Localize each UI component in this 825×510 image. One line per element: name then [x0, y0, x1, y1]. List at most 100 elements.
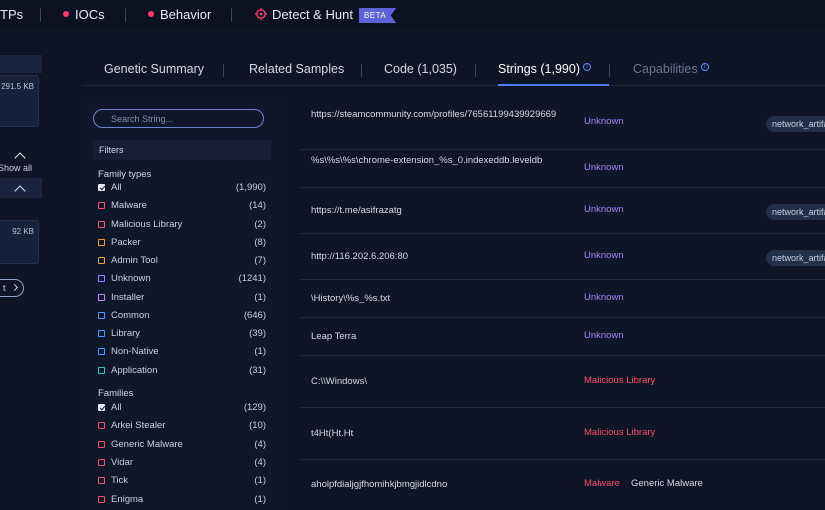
- crosshair-icon: [255, 8, 267, 20]
- table-row[interactable]: \History\%s_%s.txt Unknown: [300, 280, 825, 318]
- tab-related-samples[interactable]: Related Samples: [249, 62, 344, 76]
- filter-option[interactable]: Tick (1): [98, 475, 266, 489]
- filter-option[interactable]: Malware (14): [98, 200, 266, 214]
- filter-checkbox[interactable]: [98, 404, 105, 411]
- table-row[interactable]: Leap Terra Unknown: [300, 318, 825, 356]
- filter-label: Packer: [111, 236, 141, 248]
- left-panel: 291.5 KB Show all 92 KB t: [0, 30, 60, 510]
- filter-option[interactable]: All (1,990): [98, 182, 266, 196]
- filter-option[interactable]: Application (31): [98, 365, 266, 379]
- family-name: Generic Malware: [631, 478, 703, 489]
- filter-checkbox[interactable]: [98, 440, 105, 448]
- table-row[interactable]: C:\\Windows\ Malicious Library: [300, 356, 825, 408]
- left-panel-pill-button[interactable]: t: [0, 279, 24, 297]
- table-row[interactable]: https://t.me/asifrazatg Unknown network_ar…: [300, 188, 825, 234]
- filter-label: Vidar: [111, 456, 134, 468]
- nav-divider: [231, 8, 232, 22]
- chevron-up-icon[interactable]: [14, 152, 26, 164]
- filter-option[interactable]: Packer (8): [98, 237, 266, 251]
- tab-genetic-summary[interactable]: Genetic Summary: [104, 62, 204, 76]
- filter-checkbox[interactable]: [98, 366, 105, 374]
- filter-option[interactable]: Generic Malware (4): [98, 439, 266, 453]
- filter-count: (1): [254, 291, 266, 303]
- arrow-right-icon: [10, 283, 19, 292]
- nav-detect-hunt[interactable]: Detect & Hunt BETA: [255, 7, 397, 23]
- capability-tag[interactable]: network_artifact: [766, 116, 825, 132]
- pill-label: t: [3, 283, 6, 293]
- filter-option[interactable]: Admin Tool (7): [98, 255, 266, 269]
- capability-tag[interactable]: network_artifact: [766, 250, 825, 266]
- nav-behavior[interactable]: Behavior: [148, 7, 211, 22]
- strings-table: https://steamcommunity.com/profiles/7656…: [300, 96, 825, 510]
- table-row[interactable]: http://116.202.6.206:80 Unknown network_ar…: [300, 234, 825, 280]
- filter-option[interactable]: Installer (1): [98, 292, 266, 306]
- filter-option[interactable]: Vidar (4): [98, 457, 266, 471]
- table-row[interactable]: https://steamcommunity.com/profiles/7656…: [300, 96, 825, 150]
- filter-option[interactable]: Arkei Stealer (10): [98, 420, 266, 434]
- string-value: https://t.me/asifrazatg: [311, 205, 402, 216]
- filter-count: (2): [254, 218, 266, 230]
- tab-divider: [223, 64, 224, 77]
- filter-option[interactable]: Malicious Library (2): [98, 219, 266, 233]
- table-row[interactable]: %s\%s\%s\chrome-extension_%s_0.indexeddb…: [300, 150, 825, 188]
- search-placeholder: Search String...: [111, 114, 174, 124]
- filter-option[interactable]: Common (646): [98, 310, 266, 324]
- info-icon[interactable]: i: [582, 63, 591, 71]
- filter-checkbox[interactable]: [98, 220, 105, 228]
- filter-checkbox[interactable]: [98, 202, 105, 210]
- filter-label: Admin Tool: [111, 255, 158, 266]
- nav-behavior-label: Behavior: [160, 7, 212, 22]
- tab-label: Capabilities: [633, 62, 698, 76]
- family-type-label: Unknown: [584, 250, 624, 261]
- family-type-label: Malware: [584, 478, 620, 489]
- filter-checkbox[interactable]: [98, 238, 105, 246]
- filter-option[interactable]: All (129): [98, 402, 266, 416]
- filter-count: (31): [249, 364, 266, 376]
- filter-count: (1): [254, 493, 266, 505]
- filter-checkbox[interactable]: [98, 330, 105, 337]
- filter-checkbox[interactable]: [98, 422, 105, 430]
- filter-option[interactable]: Enigma (1): [98, 494, 266, 508]
- table-row[interactable]: t4Ht(Ht.Ht Malicious Library: [300, 408, 825, 460]
- tab-capabilities[interactable]: Capabilities i: [633, 62, 709, 76]
- filter-count: (646): [243, 309, 266, 321]
- nav-iocs[interactable]: IOCs: [63, 7, 105, 22]
- filter-checkbox[interactable]: [98, 458, 105, 466]
- table-row[interactable]: aholpfdialjgjfhomihkjbmgjidlcdno Malware G…: [300, 460, 825, 510]
- filter-option[interactable]: Unknown (1241): [98, 273, 266, 287]
- filters-label: Filters: [99, 145, 124, 155]
- info-icon[interactable]: i: [700, 63, 709, 71]
- filter-checkbox[interactable]: [98, 311, 105, 319]
- search-string-input[interactable]: Search String...: [93, 109, 264, 128]
- filter-count: (4): [254, 438, 266, 450]
- iocs-dot-icon: [63, 11, 69, 17]
- active-tab-underline: [498, 84, 609, 86]
- filter-checkbox[interactable]: [98, 184, 105, 191]
- filter-checkbox[interactable]: [98, 275, 105, 283]
- capability-tag[interactable]: network_artifact: [766, 204, 825, 220]
- filter-option[interactable]: Library (39): [98, 328, 266, 342]
- nav-divider: [40, 8, 41, 22]
- show-all-link[interactable]: Show all: [0, 163, 32, 173]
- filter-label: Unknown: [111, 273, 151, 285]
- tab-label: Related Samples: [249, 62, 345, 76]
- string-value: Leap Terra: [311, 331, 357, 342]
- filter-checkbox[interactable]: [98, 257, 105, 264]
- filter-option[interactable]: Non-Native (1): [98, 346, 266, 360]
- family-type-label: Unknown: [584, 116, 624, 127]
- tab-code[interactable]: Code (1,035): [384, 62, 457, 76]
- filter-label: Tick: [111, 475, 129, 487]
- filter-checkbox[interactable]: [98, 293, 105, 301]
- nav-ttps[interactable]: TPs: [0, 7, 23, 22]
- filter-checkbox[interactable]: [98, 495, 105, 503]
- filter-count: (14): [249, 200, 266, 212]
- tab-strings[interactable]: Strings (1,990) i: [498, 62, 591, 76]
- filter-label: Installer: [111, 291, 145, 303]
- filter-label: All: [111, 182, 122, 193]
- beta-badge: BETA: [358, 8, 397, 23]
- family-type-label: Unknown: [584, 204, 624, 215]
- string-value: aholpfdialjgjfhomihkjbmgjidlcdno: [311, 479, 448, 490]
- filter-checkbox[interactable]: [98, 348, 105, 356]
- filter-checkbox[interactable]: [98, 477, 105, 485]
- filter-count: (39): [249, 328, 266, 339]
